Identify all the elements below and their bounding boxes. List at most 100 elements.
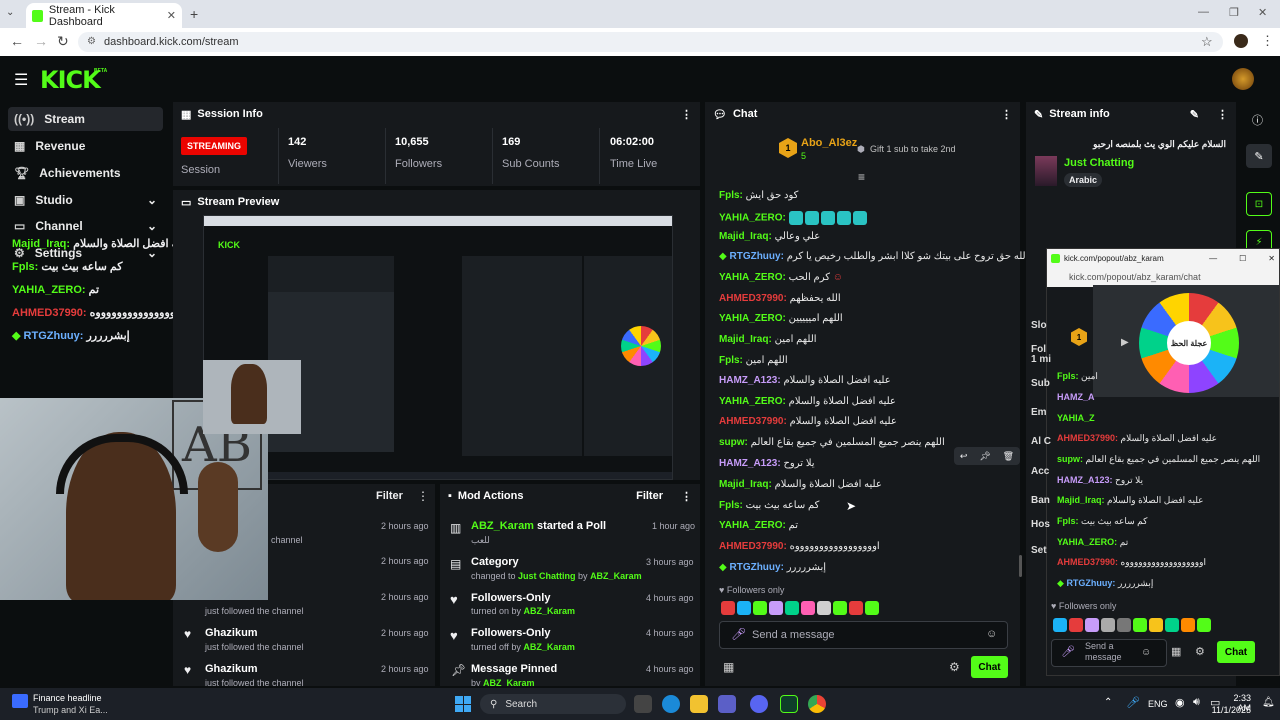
browser-menu-icon[interactable]: ⋮ [1261,33,1274,49]
chat-message[interactable]: Majid_Iraq: اللهم امين [719,334,817,345]
chat-username[interactable]: YAHIA_Z [1057,413,1095,423]
chat-username[interactable]: Majid_Iraq: [1057,495,1105,505]
reload-icon[interactable]: ↻ [57,33,69,50]
chat-username[interactable]: Majid_Iraq: [719,231,772,242]
file-explorer-icon[interactable] [690,695,708,713]
chat-username[interactable]: YAHIA_ZERO: [719,396,786,407]
close-tab-icon[interactable]: ✕ [167,9,176,22]
chat-username[interactable]: AHMED37990: [719,416,787,427]
popout-address-bar[interactable]: kick.com/popout/abz_karam/chat [1047,267,1279,287]
more-options-icon[interactable]: ⋮ [1217,108,1228,121]
chat-username[interactable]: AHMED37990: [719,541,787,552]
browser-tab[interactable]: Stream - Kick Dashboard ✕ [26,3,182,28]
chat-username[interactable]: RTGZhuuy: [729,562,783,573]
stream-preview-video[interactable]: KICK [203,215,673,480]
frame-icon[interactable]: ⊡ [1246,192,1272,216]
network-icon[interactable]: ◉ [1175,696,1185,709]
discord-icon[interactable] [750,695,768,713]
chat-username[interactable]: Fpls: [719,355,743,366]
chat-username[interactable]: HAMZ_A123: [1057,475,1113,485]
chat-username[interactable]: YAHIA_ZERO: [1057,537,1117,547]
microphone-icon[interactable]: 🎤︎ [731,627,746,641]
emoji-icon[interactable]: ☺ [986,628,997,640]
chat-username[interactable]: Fpls: [719,190,743,201]
chat-message[interactable]: YAHIA_ZERO: عليه افضل الصلاة والسلام [719,396,896,407]
trash-icon[interactable]: 🗑︎ [1003,451,1014,462]
popout-chat-message[interactable]: ◆ RTGZhuuy: إبشررررر [1057,578,1273,589]
mod-filter-button[interactable]: Filter [636,490,663,502]
hamburger-menu-icon[interactable]: ☰ [14,70,28,90]
edit-rail-icon[interactable]: ✎ [1246,144,1272,168]
more-options-icon[interactable]: ⋮ [681,490,692,503]
chat-message[interactable]: HAMZ_A123: يلا تروح [719,458,815,469]
gift-prompt[interactable]: Gift 1 sub to take 2nd [870,144,956,154]
pin-icon[interactable]: 📌︎ [979,451,990,462]
tray-chevron-icon[interactable]: ⌃ [1104,697,1112,708]
user-avatar[interactable] [1232,68,1254,90]
chat-username[interactable]: YAHIA_ZERO: [719,520,786,531]
chat-username[interactable]: YAHIA_ZERO: [719,272,786,283]
chat-message[interactable]: AHMED37990: عليه افضل الصلاة والسلام [719,416,897,427]
news-title[interactable]: Finance headline [33,693,102,703]
chat-username[interactable]: AHMED37990: [1057,557,1118,567]
volume-icon[interactable]: 🔊︎ [1193,696,1200,709]
chat-message[interactable]: Fpls: اللهم امين [719,355,788,366]
activity-filter-button[interactable]: Filter [376,490,403,502]
chat-message[interactable]: YAHIA_ZERO: [719,211,869,225]
teams-icon[interactable] [718,695,736,713]
popout-chat-message[interactable]: HAMZ_A [1057,392,1273,402]
kick-logo[interactable]: KICK [40,66,101,94]
notification-icon[interactable]: 🔔︎ [1262,697,1275,708]
kick-app-icon[interactable] [780,695,798,713]
popout-chat-message[interactable]: Fpls: امين [1057,371,1273,382]
chat-username[interactable]: HAMZ_A123: [719,458,781,469]
popout-send-button[interactable]: Chat [1217,641,1255,663]
chat-message[interactable]: HAMZ_A123: عليه افضل الصلاة والسلام [719,375,891,386]
chat-username[interactable]: Fpls: [1057,516,1079,526]
close-window-icon[interactable]: ✕ [1258,6,1267,19]
more-options-icon[interactable]: ⋮ [1001,108,1012,121]
chat-username[interactable]: RTGZhuuy: [1066,578,1115,588]
back-icon[interactable]: ← [10,33,24,49]
chat-message[interactable]: YAHIA_ZERO: اللهم امييييين [719,313,843,324]
chat-message[interactable]: YAHIA_ZERO: تم [719,520,798,531]
chat-username[interactable]: HAMZ_A123: [719,375,781,386]
chat-username[interactable]: Majid_Iraq: [719,479,772,490]
forward-icon[interactable]: → [34,33,48,49]
sidebar-item-studio[interactable]: ▣ Studio ⌄ [8,188,163,212]
emoji-icon[interactable]: ☺ [1141,647,1151,658]
expand-icon[interactable]: ≡ [858,170,865,184]
maximize-icon[interactable]: ☐ [1239,254,1246,263]
reply-icon[interactable]: ↩ [960,451,968,462]
chat-username[interactable]: HAMZ_A [1057,392,1095,402]
chat-username[interactable]: YAHIA_ZERO: [719,213,786,224]
chat-username[interactable]: Majid_Iraq: [719,334,772,345]
address-bar[interactable]: dashboard.kick.com/stream [78,32,1223,52]
gear-icon[interactable]: ⚙ [1195,645,1205,658]
chat-username[interactable]: YAHIA_ZERO: [719,313,786,324]
chat-message[interactable]: ◆ RTGZhuuy: و الله حق تروح على بيتك شو ك… [719,251,1036,262]
more-options-icon[interactable]: ⋮ [417,489,429,503]
maximize-icon[interactable]: ❐ [1229,6,1239,19]
microphone-icon[interactable]: 🎤︎ [1061,645,1075,658]
chat-username[interactable]: supw: [1057,454,1083,464]
edge-icon[interactable] [662,695,680,713]
minimize-icon[interactable]: — [1198,6,1209,18]
start-button[interactable] [455,696,471,712]
popout-chat-message[interactable]: YAHIA_ZERO: تم [1057,537,1273,548]
send-chat-button[interactable]: Chat [971,656,1008,678]
popout-chat-message[interactable]: AHMED37990: اووووووووووووووووووه [1057,557,1273,568]
sidebar-item-channel[interactable]: ▭ Channel ⌄ [8,214,163,238]
news-widget-icon[interactable] [12,694,28,708]
profile-avatar[interactable] [1234,34,1248,48]
emote-bar[interactable] [1053,617,1213,632]
chat-username[interactable]: AHMED37990: [719,293,787,304]
sidebar-item-stream[interactable]: ((•)) Stream [8,107,163,131]
sidebar-item-achievements[interactable]: 🏆︎ Achievements [8,161,163,185]
popout-chat-message[interactable]: Fpls: كم ساعه بيث بيت [1057,516,1273,527]
popout-chat-message[interactable]: YAHIA_Z [1057,413,1273,423]
gear-icon[interactable]: ⚙ [949,660,960,674]
chat-username[interactable]: AHMED37990: [1057,433,1118,443]
task-view-icon[interactable] [634,695,652,713]
chat-message[interactable]: AHMED37990: اوووووووووووووووووه [719,541,880,552]
